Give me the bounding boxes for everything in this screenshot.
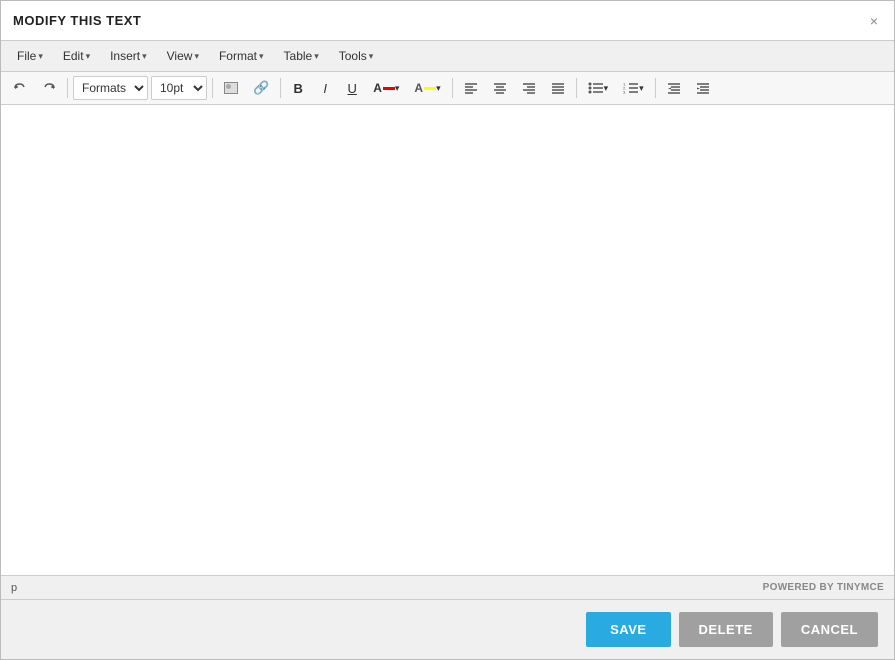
- undo-icon: [13, 81, 27, 95]
- align-right-icon: [522, 82, 536, 94]
- link-icon: 🔗: [253, 80, 269, 96]
- indent-button[interactable]: [690, 76, 716, 100]
- insert-link-button[interactable]: 🔗: [247, 76, 275, 100]
- highlight-color-button[interactable]: A ▾: [408, 76, 446, 100]
- indent-icon: [696, 82, 710, 94]
- menu-table[interactable]: Table ▾: [276, 45, 327, 67]
- dialog-title: MODIFY THIS TEXT: [13, 13, 141, 28]
- toolbar-divider-3: [280, 78, 281, 98]
- menu-edit-arrow: ▾: [86, 51, 91, 62]
- menu-insert-arrow: ▾: [142, 51, 147, 62]
- align-left-icon: [464, 82, 478, 94]
- image-icon: [224, 82, 238, 94]
- svg-text:3.: 3.: [623, 90, 626, 95]
- menu-table-arrow: ▾: [314, 51, 319, 62]
- highlight-color-arrow: ▾: [436, 83, 441, 94]
- menu-bar: File ▾ Edit ▾ Insert ▾ View ▾ Format ▾ T…: [1, 41, 894, 72]
- toolbar-divider-4: [452, 78, 453, 98]
- delete-button[interactable]: DELETE: [679, 612, 773, 647]
- editor-container: File ▾ Edit ▾ Insert ▾ View ▾ Format ▾ T…: [1, 41, 894, 599]
- justify-icon: [551, 82, 565, 94]
- align-right-button[interactable]: [516, 76, 542, 100]
- highlight-color-swatch: [424, 87, 436, 90]
- menu-insert[interactable]: Insert ▾: [102, 45, 155, 67]
- highlight-color-label: A: [414, 81, 423, 95]
- toolbar-divider-1: [67, 78, 68, 98]
- cancel-button[interactable]: CANCEL: [781, 612, 878, 647]
- align-center-button[interactable]: [487, 76, 513, 100]
- outdent-icon: [667, 82, 681, 94]
- formats-select[interactable]: Formats: [73, 76, 148, 100]
- toolbar-divider-5: [576, 78, 577, 98]
- dialog-footer: SAVE DELETE CANCEL: [1, 599, 894, 659]
- modify-text-dialog: MODIFY THIS TEXT × File ▾ Edit ▾ Insert …: [0, 0, 895, 660]
- undo-button[interactable]: [7, 76, 33, 100]
- outdent-button[interactable]: [661, 76, 687, 100]
- align-left-button[interactable]: [458, 76, 484, 100]
- ordered-list-arrow: ▾: [639, 83, 644, 94]
- font-color-button[interactable]: A ▾: [367, 76, 405, 100]
- dialog-title-bar: MODIFY THIS TEXT ×: [1, 1, 894, 41]
- underline-button[interactable]: U: [340, 76, 364, 100]
- menu-edit[interactable]: Edit ▾: [55, 45, 98, 67]
- menu-format[interactable]: Format ▾: [211, 45, 272, 67]
- save-button[interactable]: SAVE: [586, 612, 670, 647]
- unordered-list-button[interactable]: ▾: [582, 76, 615, 100]
- menu-view-arrow: ▾: [194, 51, 199, 62]
- justify-button[interactable]: [545, 76, 571, 100]
- toolbar-divider-2: [212, 78, 213, 98]
- font-color-swatch: [383, 87, 395, 90]
- unordered-list-arrow: ▾: [604, 83, 609, 94]
- menu-file-arrow: ▾: [38, 51, 43, 62]
- unordered-list-icon: [588, 82, 604, 94]
- close-button[interactable]: ×: [866, 12, 882, 30]
- toolbar: Formats 10pt 🔗 B I U A: [1, 72, 894, 105]
- bold-button[interactable]: B: [286, 76, 310, 100]
- ordered-list-icon: 1. 2. 3.: [623, 82, 639, 94]
- insert-image-button[interactable]: [218, 76, 244, 100]
- powered-by: POWERED BY TINYMCE: [763, 582, 884, 593]
- menu-file[interactable]: File ▾: [9, 45, 51, 67]
- toolbar-divider-6: [655, 78, 656, 98]
- align-center-icon: [493, 82, 507, 94]
- font-color-label: A: [373, 81, 382, 95]
- fontsize-select[interactable]: 10pt: [151, 76, 207, 100]
- font-color-arrow: ▾: [395, 83, 400, 94]
- menu-tools-arrow: ▾: [369, 51, 374, 62]
- italic-button[interactable]: I: [313, 76, 337, 100]
- ordered-list-button[interactable]: 1. 2. 3. ▾: [617, 76, 650, 100]
- menu-format-arrow: ▾: [259, 51, 264, 62]
- status-element: p: [11, 582, 17, 594]
- menu-tools[interactable]: Tools ▾: [331, 45, 382, 67]
- redo-icon: [42, 81, 56, 95]
- editor-area[interactable]: [1, 105, 894, 575]
- menu-view[interactable]: View ▾: [159, 45, 207, 67]
- redo-button[interactable]: [36, 76, 62, 100]
- status-bar: p POWERED BY TINYMCE: [1, 575, 894, 599]
